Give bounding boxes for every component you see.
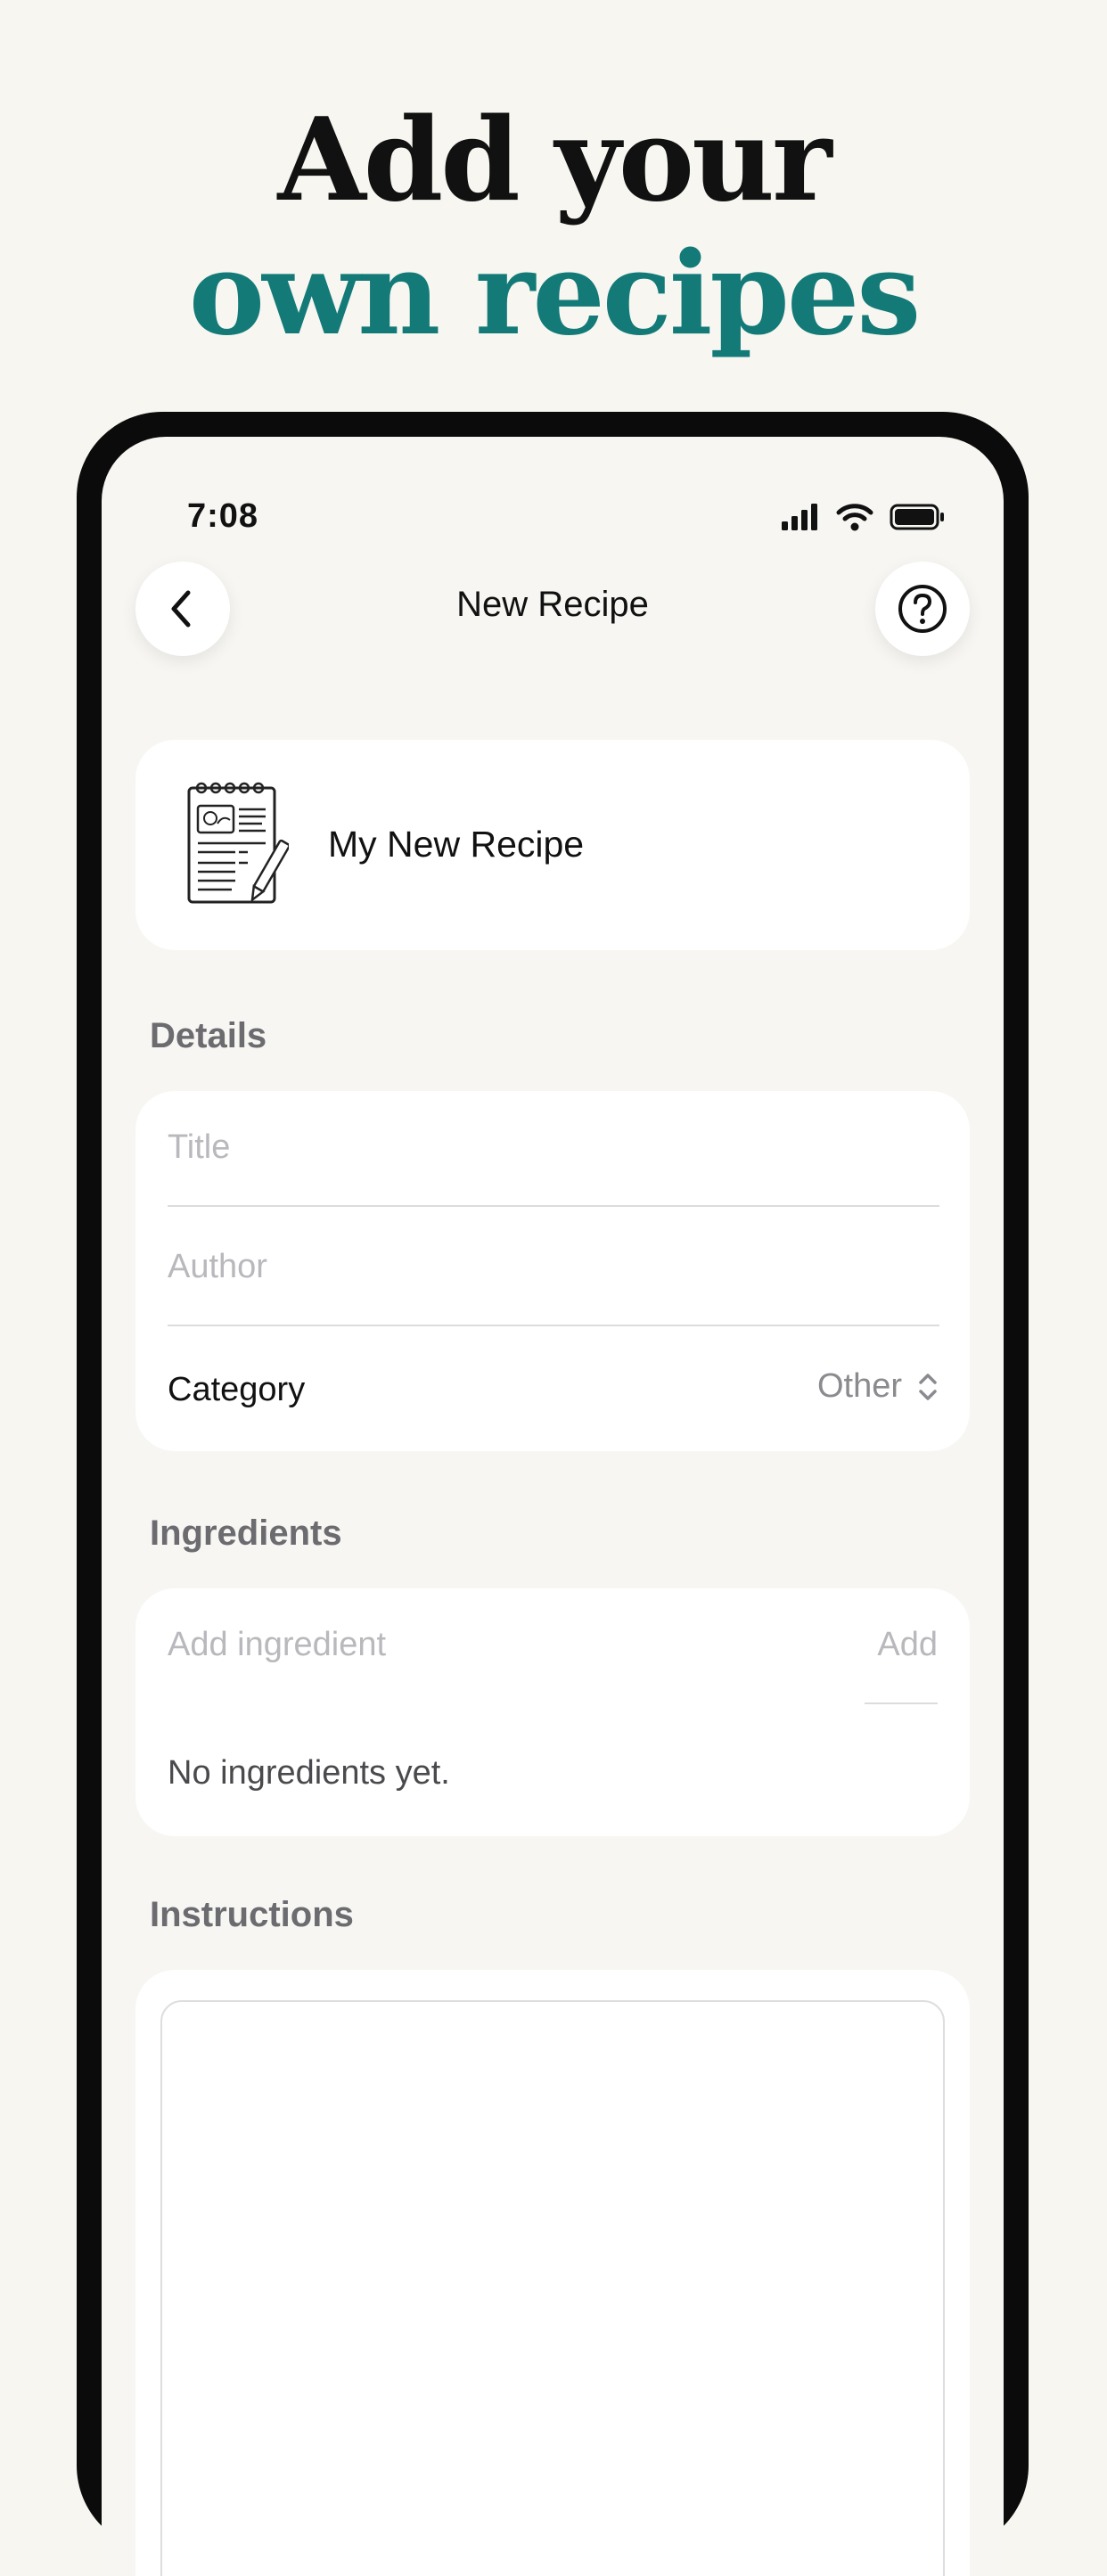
ingredients-section-label: Ingredients — [150, 1514, 342, 1553]
add-button-underline — [865, 1702, 938, 1704]
category-value: Other — [816, 1367, 902, 1405]
battery-icon — [890, 504, 944, 530]
chevron-up-down-icon — [919, 1373, 937, 1400]
cellular-signal-icon — [782, 504, 817, 530]
add-ingredient-input[interactable]: Add ingredient — [168, 1626, 386, 1664]
category-select[interactable]: Other — [817, 1367, 938, 1406]
recipe-notebook-icon — [187, 782, 289, 904]
details-card: Title Author Category Other — [135, 1091, 970, 1451]
wifi-icon — [836, 504, 873, 531]
headline-line-1: Add your — [277, 94, 832, 227]
add-ingredient-button[interactable]: Add — [877, 1626, 938, 1664]
instructions-textarea[interactable] — [160, 2000, 945, 2576]
details-section-label: Details — [150, 1016, 267, 1055]
recipe-name: My New Recipe — [328, 824, 585, 865]
title-field[interactable]: Title — [168, 1128, 230, 1167]
help-button[interactable] — [875, 562, 970, 656]
ingredients-card: Add ingredient Add No ingredients yet. — [135, 1588, 970, 1836]
author-divider — [168, 1325, 939, 1326]
phone-frame: 7:08 New Recipe My New Recipe Details Ti… — [77, 412, 1029, 2576]
status-icons — [781, 497, 945, 537]
category-label: Category — [168, 1371, 306, 1408]
title-divider — [168, 1205, 939, 1207]
question-circle-icon — [898, 585, 947, 633]
instructions-section-label: Instructions — [150, 1895, 354, 1934]
ingredients-empty-text: No ingredients yet. — [168, 1754, 450, 1792]
headline-line-2: own recipes — [188, 227, 922, 361]
nav-title: New Recipe — [456, 585, 649, 624]
author-field[interactable]: Author — [168, 1248, 267, 1286]
status-time: 7:08 — [187, 497, 259, 535]
app-screen: 7:08 New Recipe My New Recipe Details Ti… — [102, 437, 1004, 2576]
instructions-card — [135, 1970, 970, 2576]
recipe-header-card[interactable]: My New Recipe — [135, 740, 970, 950]
